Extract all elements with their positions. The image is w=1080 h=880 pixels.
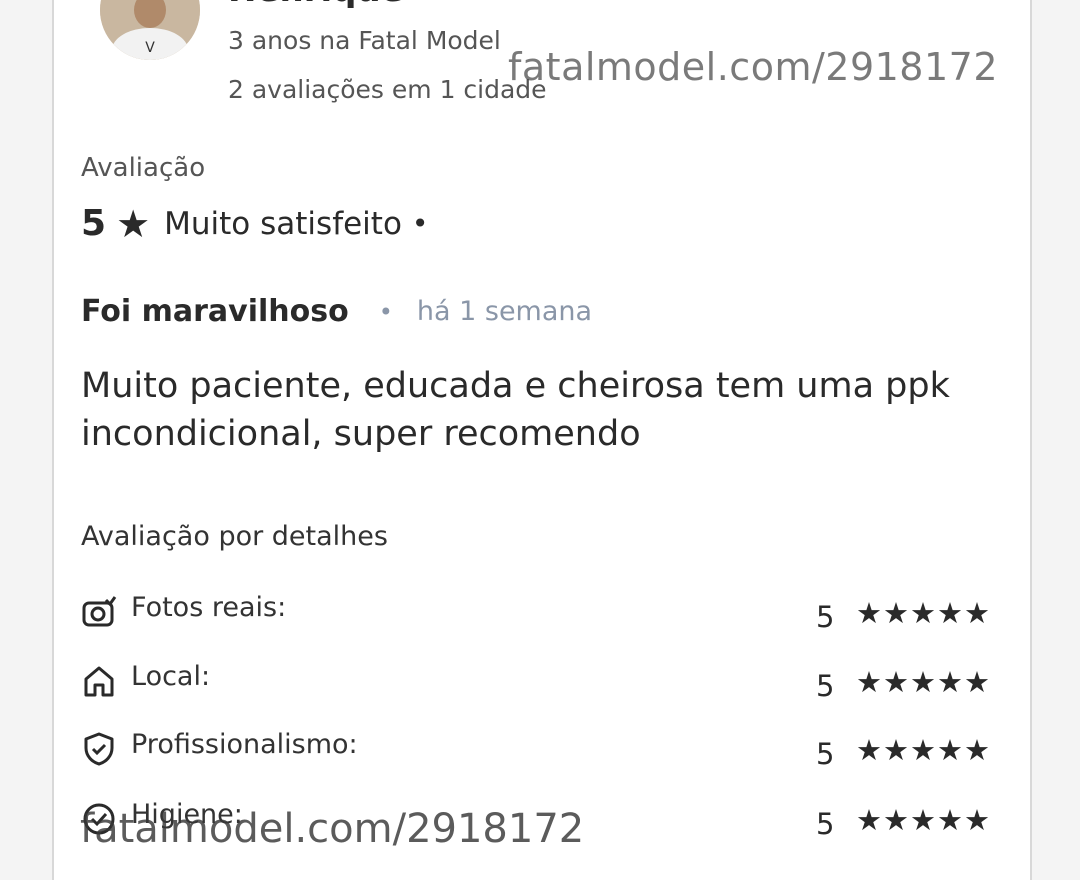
review-header: Foi maravilhoso • há 1 semana xyxy=(81,294,592,329)
detail-row-local: Local: 5 ★★★★★ xyxy=(81,661,1001,703)
detail-label: Fotos reais: xyxy=(131,592,287,623)
reviewer-stats: 2 avaliações em 1 cidade xyxy=(228,75,547,104)
detail-score: 5 xyxy=(816,807,835,841)
rating-label: Avaliação xyxy=(81,153,206,183)
detail-score: 5 xyxy=(816,600,835,634)
rating-score: 5 xyxy=(81,203,107,244)
detail-row-profissionalismo: Profissionalismo: 5 ★★★★★ xyxy=(81,729,1001,771)
detail-stars: ★★★★★ xyxy=(856,733,991,767)
reviewer-tenure: 3 anos na Fatal Model xyxy=(228,26,501,55)
shield-check-icon xyxy=(84,732,114,766)
camera-icon xyxy=(82,596,117,627)
overall-rating: 5 ★ Muito satisfeito • xyxy=(81,203,428,244)
detail-score: 5 xyxy=(816,737,835,771)
separator-dot: • xyxy=(411,207,429,240)
home-icon xyxy=(84,666,114,697)
svg-text:V: V xyxy=(145,40,155,56)
star-icon: ★ xyxy=(116,201,151,246)
detail-score: 5 xyxy=(816,669,835,703)
detail-stars: ★★★★★ xyxy=(856,803,991,837)
detail-label: Local: xyxy=(131,661,211,692)
detail-stars: ★★★★★ xyxy=(856,596,991,630)
watermark-top: fatalmodel.com/2918172 xyxy=(508,45,999,89)
review-body: Muito paciente, educada e cheirosa tem u… xyxy=(81,366,950,454)
detail-stars: ★★★★★ xyxy=(856,665,991,699)
detail-label: Profissionalismo: xyxy=(131,729,358,760)
rating-text: Muito satisfeito xyxy=(164,205,402,242)
watermark-bottom: fatalmodel.com/2918172 xyxy=(80,806,585,852)
review-time: há 1 semana xyxy=(416,296,593,327)
detail-row-fotos-reais: Fotos reais: 5 ★★★★★ xyxy=(81,592,1001,634)
reviewer-name[interactable]: Henrique xyxy=(228,0,404,10)
separator-dot: • xyxy=(378,297,393,326)
review-title: Foi maravilhoso xyxy=(81,294,349,329)
details-title: Avaliação por detalhes xyxy=(81,521,388,552)
